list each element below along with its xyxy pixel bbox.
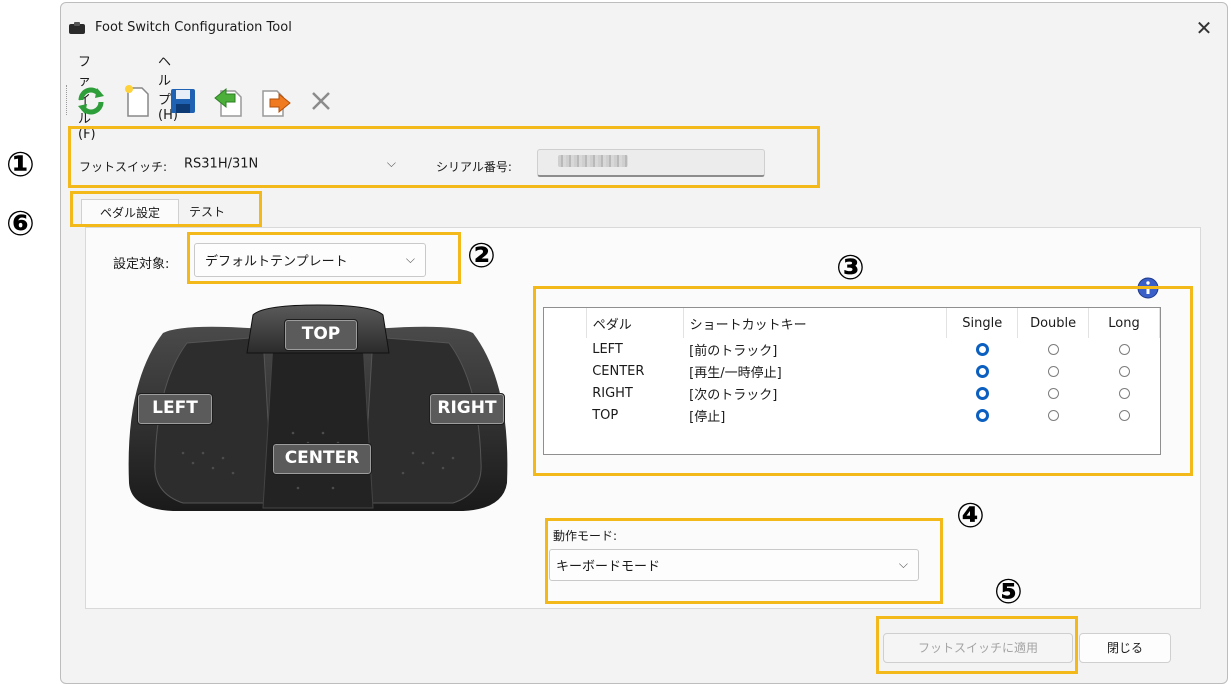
- pedal-label-top: TOP: [284, 319, 358, 351]
- pedal-label-left: LEFT: [137, 393, 213, 425]
- delete-icon[interactable]: [303, 83, 339, 119]
- callout-1: ①: [6, 145, 35, 185]
- callout-3: ③: [836, 248, 865, 288]
- app-icon: [69, 22, 85, 34]
- save-icon[interactable]: [165, 83, 201, 119]
- pedal-label-center: CENTER: [272, 443, 372, 475]
- callout-4: ④: [956, 496, 985, 536]
- close-button[interactable]: 閉じる: [1079, 633, 1171, 663]
- target-label: 設定対象:: [113, 257, 170, 272]
- highlight-box-1: [68, 126, 820, 188]
- highlight-box-6: [70, 191, 262, 227]
- callout-6: ⑥: [6, 204, 35, 244]
- pedal-label-right: RIGHT: [429, 393, 505, 425]
- toolbar-grip: [66, 85, 68, 115]
- title-bar: Foot Switch Configuration Tool ✕: [61, 3, 1227, 49]
- highlight-box-5: [876, 616, 1078, 674]
- callout-2: ②: [467, 236, 496, 276]
- highlight-box-4: [545, 518, 943, 604]
- toolbar: [61, 79, 361, 123]
- import-icon[interactable]: [211, 83, 247, 119]
- callout-5: ⑤: [994, 572, 1023, 612]
- highlight-box-3: [533, 286, 1193, 476]
- highlight-box-2: [187, 232, 461, 284]
- export-icon[interactable]: [257, 83, 293, 119]
- window-title: Foot Switch Configuration Tool: [95, 20, 292, 35]
- close-window-button[interactable]: ✕: [1189, 13, 1219, 43]
- new-file-icon[interactable]: [119, 83, 155, 119]
- refresh-icon[interactable]: [73, 83, 109, 119]
